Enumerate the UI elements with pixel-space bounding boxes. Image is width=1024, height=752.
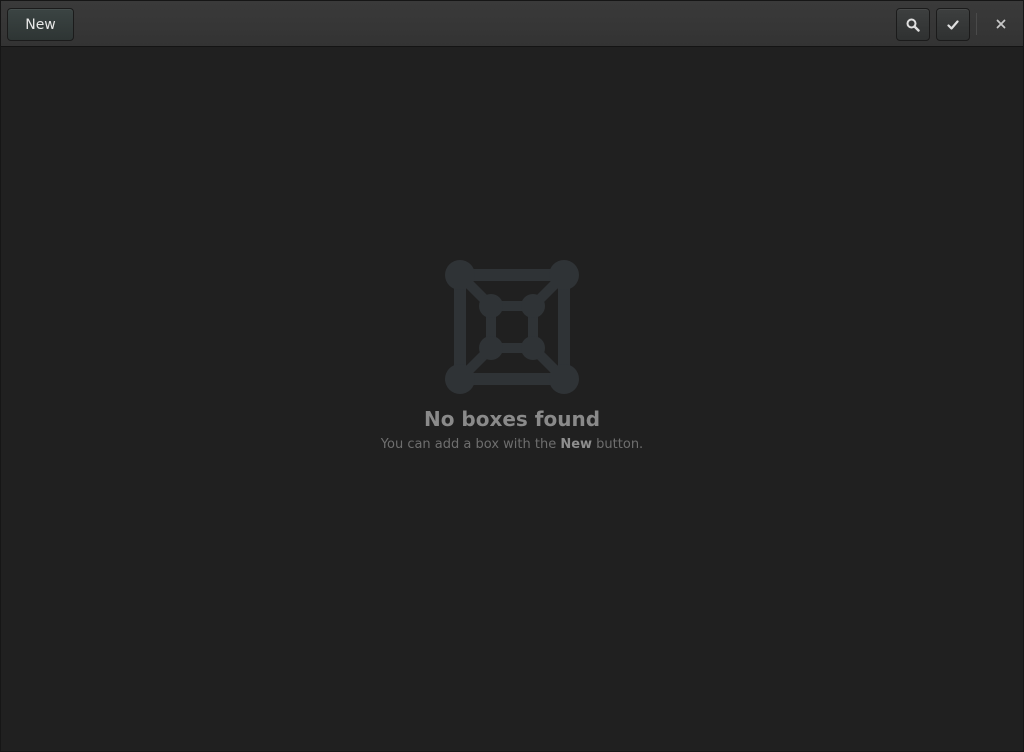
new-button[interactable]: New [7, 8, 74, 41]
empty-state-title: No boxes found [423, 407, 601, 431]
close-icon [996, 19, 1006, 29]
close-button[interactable] [987, 10, 1015, 38]
hint-new-keyword: New [560, 437, 593, 452]
header-separator [976, 13, 977, 35]
hint-prefix: You can add a box with the [380, 437, 561, 452]
header-bar: New [1, 1, 1023, 47]
boxes-window: New No boxes found You can add a box wit… [0, 0, 1024, 752]
select-button[interactable] [936, 8, 970, 41]
empty-state-hint: You can add a box with the New button. [1, 437, 1023, 453]
hint-suffix: button. [592, 437, 644, 452]
boxes-icon [445, 260, 579, 394]
search-icon [906, 18, 920, 32]
empty-state: No boxes found You can add a box with th… [1, 259, 1023, 453]
search-button[interactable] [896, 8, 930, 41]
checkmark-icon [947, 19, 959, 30]
